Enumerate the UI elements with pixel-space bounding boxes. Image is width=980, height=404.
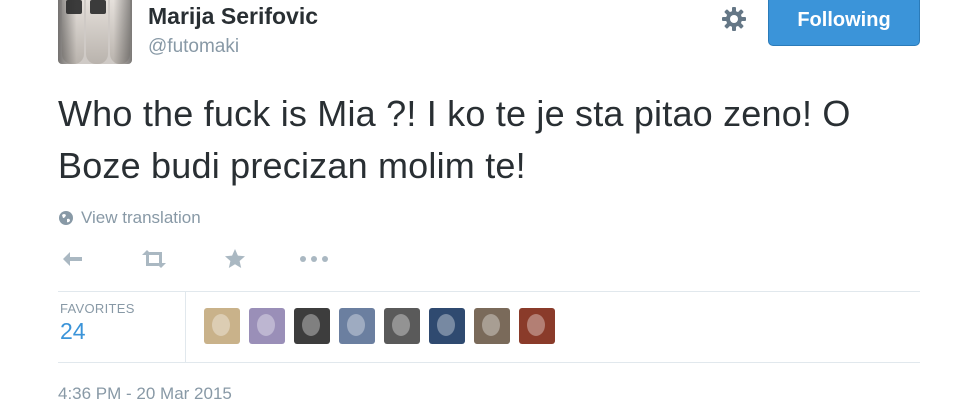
favoriter-avatar[interactable] (204, 308, 240, 344)
reply-icon (63, 252, 82, 266)
tweet-timestamp[interactable]: 4:36 PM - 20 Mar 2015 (58, 384, 232, 404)
reply-button[interactable] (60, 244, 90, 274)
tweet-stats: FAVORITES 24 (58, 292, 920, 362)
view-translation-link[interactable]: View translation (58, 207, 201, 229)
favoriter-avatar[interactable] (339, 308, 375, 344)
favoriter-avatar[interactable] (474, 308, 510, 344)
retweet-icon (142, 250, 166, 268)
display-name[interactable]: Marija Serifovic (148, 3, 318, 30)
favoriter-avatar[interactable] (429, 308, 465, 344)
stats-separator (185, 292, 186, 362)
avatar-shade (58, 0, 132, 64)
tweet-text: Who the fuck is Mia ?! I ko te je sta pi… (58, 93, 851, 186)
favoriter-avatar[interactable] (384, 308, 420, 344)
view-translation-label[interactable]: View translation (81, 208, 201, 228)
user-handle[interactable]: @futomaki (148, 36, 239, 58)
favoriter-avatars (204, 308, 564, 344)
favoriter-avatar[interactable] (249, 308, 285, 344)
favoriter-avatar[interactable] (294, 308, 330, 344)
user-avatar[interactable] (58, 0, 132, 64)
gear-icon[interactable] (719, 4, 749, 34)
favorites-count[interactable]: 24 (60, 318, 86, 345)
retweet-button[interactable] (138, 244, 172, 274)
divider (58, 362, 920, 363)
favorites-label[interactable]: FAVORITES (60, 301, 135, 316)
more-button[interactable] (298, 244, 332, 274)
more-icon (300, 256, 328, 262)
favoriter-avatar[interactable] (519, 308, 555, 344)
globe-icon (59, 211, 73, 225)
favorite-button[interactable] (223, 244, 249, 274)
star-icon (225, 249, 245, 268)
following-button[interactable]: Following (768, 0, 920, 46)
